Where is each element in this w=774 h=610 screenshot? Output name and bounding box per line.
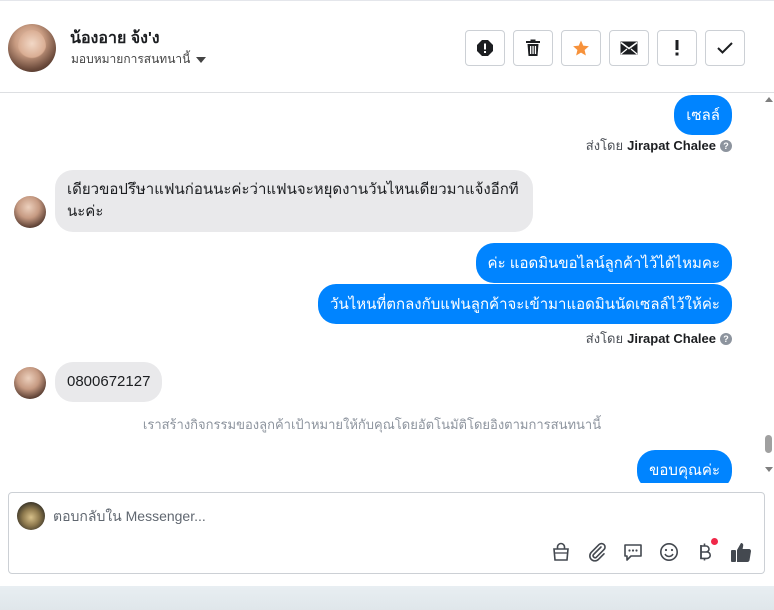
- like-button[interactable]: [730, 541, 752, 563]
- chat-bubble-icon: [624, 544, 642, 561]
- sent-by-label: ส่งโดย Jirapat Chalee ?: [586, 135, 732, 156]
- star-button[interactable]: [561, 30, 601, 66]
- scroll-thumb[interactable]: [765, 435, 772, 453]
- attach-button[interactable]: [586, 541, 608, 563]
- message-outgoing: วันไหนที่ตกลงกับแฟนลูกค้าจะเข้ามาแอดมินน…: [318, 284, 732, 324]
- mark-done-button[interactable]: [705, 30, 745, 66]
- baht-icon: [700, 543, 711, 561]
- emoji-button[interactable]: [658, 541, 680, 563]
- message-incoming-line: เดียวขอปรึษาแฟนก่อนนะค่ะว่าแฟนจะหยุดงานว…: [67, 181, 519, 198]
- header-action-bar: [465, 30, 745, 66]
- sent-by-name: Jirapat Chalee: [627, 331, 716, 346]
- thread-scrollbar[interactable]: [762, 93, 774, 483]
- conversation-header: น้องอาย จ้ง'ง มอบหมายการสนทนานี้: [0, 3, 774, 93]
- message-outgoing: ค่ะ แอดมินขอไลน์ลูกค้าไว้ได้ไหมคะ: [475, 243, 732, 283]
- message-outgoing: ขอบคุณค่ะ: [637, 450, 732, 483]
- reply-input[interactable]: [53, 505, 733, 527]
- contact-avatar[interactable]: [8, 24, 56, 72]
- delete-button[interactable]: [513, 30, 553, 66]
- caret-down-icon: [196, 57, 207, 63]
- help-icon[interactable]: ?: [720, 139, 732, 152]
- help-icon[interactable]: ?: [720, 332, 732, 345]
- mark-spam-button[interactable]: [465, 30, 505, 66]
- messenger-conversation-panel: น้องอาย จ้ง'ง มอบหมายการสนทนานี้ เซลล์ ส…: [0, 0, 774, 610]
- paperclip-icon: [589, 542, 606, 562]
- spam-icon: [477, 40, 493, 56]
- bottom-strip: [0, 586, 774, 610]
- assign-label: มอบหมายการสนทนานี้: [71, 52, 191, 66]
- trash-icon: [526, 39, 540, 56]
- thumbs-up-icon: [731, 543, 752, 563]
- scroll-down-arrow-icon[interactable]: [765, 467, 773, 472]
- message-incoming: เดียวขอปรึษาแฟนก่อนนะค่ะว่าแฟนจะหยุดงานว…: [55, 170, 533, 232]
- notification-dot: [711, 538, 718, 545]
- contact-mini-avatar: [14, 196, 46, 228]
- follow-up-button[interactable]: [657, 30, 697, 66]
- follow-up-icon: [675, 40, 679, 56]
- composer-toolbar: [550, 538, 752, 563]
- sent-by-prefix: ส่งโดย: [585, 331, 624, 346]
- page-avatar: [17, 502, 45, 530]
- assign-conversation-dropdown[interactable]: มอบหมายการสนทนานี้: [71, 50, 207, 69]
- mark-unread-button[interactable]: [609, 30, 649, 66]
- scroll-up-arrow-icon[interactable]: [765, 97, 773, 102]
- system-note: เราสร้างกิจกรรมของลูกค้าเป้าหมายให้กับคุ…: [142, 417, 602, 432]
- sent-by-label: ส่งโดย Jirapat Chalee ?: [586, 328, 732, 349]
- mail-icon: [620, 41, 638, 55]
- contact-name[interactable]: น้องอาย จ้ง'ง: [70, 26, 160, 51]
- message-incoming-line: นะค่ะ: [67, 203, 104, 220]
- shopping-bag-icon: [553, 542, 569, 561]
- reply-composer: [8, 492, 765, 574]
- shop-button[interactable]: [550, 541, 572, 563]
- message-outgoing: เซลล์: [674, 95, 732, 135]
- contact-mini-avatar: [14, 367, 46, 399]
- check-icon: [717, 42, 733, 54]
- star-icon: [573, 40, 589, 56]
- saved-replies-button[interactable]: [622, 541, 644, 563]
- sent-by-name: Jirapat Chalee: [627, 138, 716, 153]
- message-incoming: 0800672127: [55, 362, 163, 402]
- message-thread[interactable]: เซลล์ ส่งโดย Jirapat Chalee ? เดียวขอปรึ…: [0, 93, 762, 483]
- payment-button[interactable]: [694, 538, 718, 563]
- sent-by-prefix: ส่งโดย: [585, 138, 624, 153]
- smiley-icon: [660, 543, 678, 561]
